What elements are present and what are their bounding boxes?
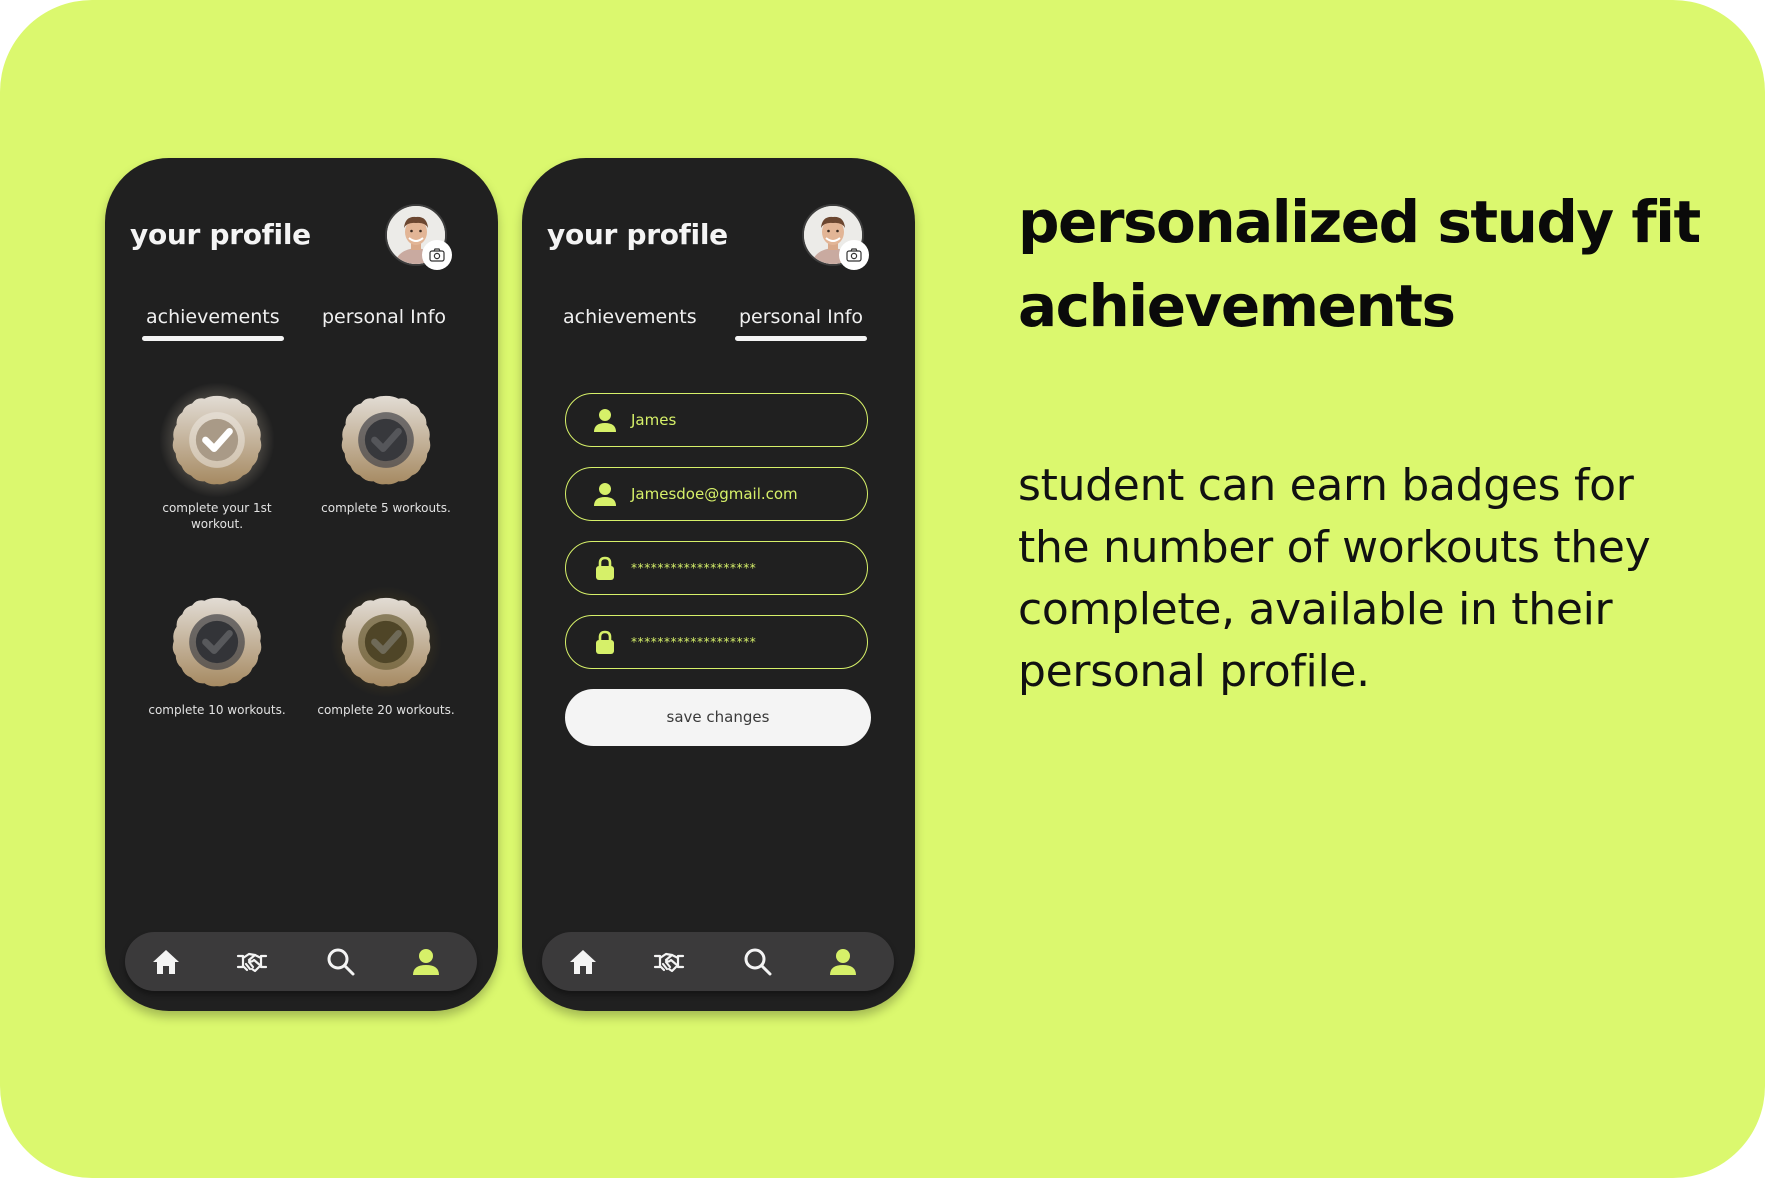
handshake-icon <box>653 952 685 973</box>
nav-home[interactable] <box>150 946 182 978</box>
page-title: your profile <box>547 218 728 251</box>
badge-check-icon <box>172 597 262 687</box>
phone-achievements: your profile achievements personal Info <box>105 158 498 1011</box>
change-photo-button[interactable] <box>839 240 869 270</box>
password-field[interactable]: ******************* <box>565 541 868 595</box>
profile-icon <box>413 949 439 975</box>
nav-profile[interactable] <box>827 946 859 978</box>
badge-label: complete 10 workouts. <box>148 703 286 717</box>
save-changes-button[interactable]: save changes <box>565 689 871 746</box>
lock-icon <box>592 555 618 581</box>
tab-label: achievements <box>146 306 280 328</box>
user-icon <box>592 481 618 507</box>
search-icon <box>744 948 772 976</box>
badge-first-workout[interactable] <box>159 382 275 498</box>
profile-icon <box>830 949 856 975</box>
tab-personal-info[interactable]: personal Info <box>322 306 446 328</box>
badge-label: complete 20 workouts. <box>317 703 455 717</box>
badge-twenty-workouts[interactable] <box>330 586 442 698</box>
tab-achievements[interactable]: achievements <box>563 306 697 328</box>
feature-description: student can earn badges for the number o… <box>1018 460 1651 697</box>
tab-label: personal Info <box>739 306 864 328</box>
badge-ten-workouts[interactable] <box>169 594 265 690</box>
name-value: James <box>631 411 677 429</box>
camera-icon <box>429 248 445 262</box>
change-photo-button[interactable] <box>422 240 452 270</box>
profile-tabs: achievements personal Info <box>105 306 498 346</box>
home-icon <box>570 950 596 974</box>
confirm-password-field[interactable]: ******************* <box>565 615 868 669</box>
badge-label: complete 5 workouts. <box>321 501 451 515</box>
badge-check-icon <box>159 382 275 498</box>
camera-icon <box>846 248 862 262</box>
nav-partners[interactable] <box>653 946 685 978</box>
bottom-nav <box>125 932 477 991</box>
badge-five-workouts[interactable] <box>338 392 434 488</box>
lock-icon <box>592 629 618 655</box>
profile-tabs: achievements personal Info <box>522 306 915 346</box>
search-icon <box>327 948 355 976</box>
nav-partners[interactable] <box>236 946 268 978</box>
nav-search[interactable] <box>325 946 357 978</box>
phone-personal-info: your profile achievements personal Info <box>522 158 915 1011</box>
confirm-password-value: ******************* <box>631 635 757 649</box>
tab-label: achievements <box>563 306 697 328</box>
page-title: your profile <box>130 218 311 251</box>
feature-heading: personalized study fit achievements <box>1018 188 1701 340</box>
email-field[interactable]: Jamesdoe@gmail.com <box>565 467 868 521</box>
password-value: ******************* <box>631 561 757 575</box>
badge-check-icon <box>330 586 442 698</box>
active-tab-indicator <box>735 336 868 341</box>
nav-search[interactable] <box>742 946 774 978</box>
handshake-icon <box>236 952 268 973</box>
nav-home[interactable] <box>567 946 599 978</box>
tab-personal-info[interactable]: personal Info <box>735 306 868 341</box>
badge-check-icon <box>341 395 431 485</box>
email-value: Jamesdoe@gmail.com <box>631 485 798 503</box>
badge-label: complete your 1st workout. <box>162 501 272 531</box>
tab-achievements[interactable]: achievements <box>142 306 284 341</box>
home-icon <box>153 950 179 974</box>
user-icon <box>592 407 618 433</box>
name-field[interactable]: James <box>565 393 868 447</box>
nav-profile[interactable] <box>410 946 442 978</box>
tab-label: personal Info <box>322 306 447 328</box>
bottom-nav <box>542 932 894 991</box>
active-tab-indicator <box>142 336 284 341</box>
